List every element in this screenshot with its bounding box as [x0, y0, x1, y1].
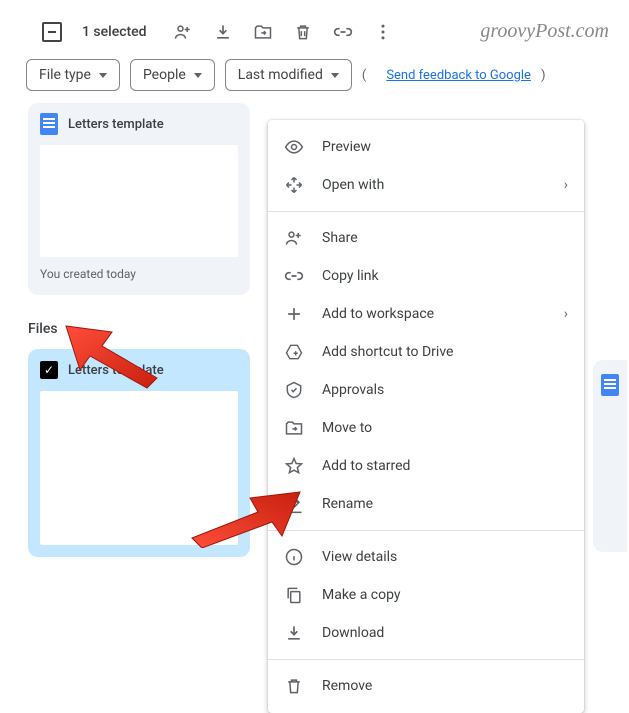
menu-move-to[interactable]: Move to [268, 409, 584, 447]
file-type-filter[interactable]: File type [26, 59, 120, 91]
file-checkbox[interactable]: ✓ [40, 361, 58, 379]
menu-label: Preview [322, 139, 568, 155]
open-with-icon [284, 175, 304, 195]
trash-icon[interactable] [293, 22, 313, 42]
google-doc-icon [40, 113, 58, 135]
menu-add-to-starred[interactable]: Add to starred [268, 447, 584, 485]
menu-remove[interactable]: Remove [268, 667, 584, 705]
selection-count: 1 selected [82, 24, 147, 40]
menu-label: View details [322, 549, 568, 565]
file-card-partial[interactable] [593, 360, 627, 552]
star-icon [284, 456, 304, 476]
people-filter[interactable]: People [130, 59, 215, 91]
file-card-selected[interactable]: ✓ Letters template [28, 349, 250, 557]
chip-label: People [143, 67, 186, 83]
file-title: Letters template [68, 363, 164, 378]
menu-download[interactable]: Download [268, 614, 584, 652]
menu-share[interactable]: Share [268, 219, 584, 257]
menu-approvals[interactable]: Approvals [268, 371, 584, 409]
plus-icon [284, 304, 304, 324]
last-modified-filter[interactable]: Last modified [225, 59, 352, 91]
suggested-preview [40, 145, 238, 257]
menu-label: Add shortcut to Drive [322, 344, 568, 360]
drive-shortcut-icon [284, 342, 304, 362]
menu-add-shortcut[interactable]: Add shortcut to Drive [268, 333, 584, 371]
menu-copy-link[interactable]: Copy link [268, 257, 584, 295]
menu-label: Add to starred [322, 458, 568, 474]
folder-move-icon [284, 418, 304, 438]
menu-open-with[interactable]: Open with › [268, 166, 584, 204]
chevron-right-icon: › [564, 177, 568, 193]
chevron-right-icon: › [564, 306, 568, 322]
menu-label: Copy link [322, 268, 568, 284]
menu-label: Make a copy [322, 587, 568, 603]
link-icon[interactable] [333, 22, 353, 42]
menu-separator [268, 211, 584, 212]
more-icon[interactable] [373, 22, 393, 42]
copy-icon [284, 585, 304, 605]
filter-bar: File type People Last modified (Send fee… [20, 57, 609, 101]
move-to-icon[interactable] [253, 22, 273, 42]
selection-indicator-icon[interactable] [42, 22, 62, 42]
menu-view-details[interactable]: View details [268, 538, 584, 576]
watermark: groovyPost.com [480, 20, 609, 43]
menu-label: Download [322, 625, 568, 641]
menu-label: Open with [322, 177, 546, 193]
info-icon [284, 547, 304, 567]
context-menu: Preview Open with › Share Copy link Add … [268, 120, 584, 713]
suggested-card[interactable]: Letters template You created today [28, 103, 250, 295]
download-icon [284, 623, 304, 643]
feedback-link[interactable]: Send feedback to Google [386, 68, 531, 83]
menu-separator [268, 659, 584, 660]
caret-down-icon [331, 73, 339, 78]
google-doc-icon [601, 374, 619, 396]
file-preview [40, 391, 238, 545]
pencil-icon [284, 494, 304, 514]
selection-toolbar: 1 selected groovyPost.com [20, 12, 609, 57]
chip-label: File type [39, 67, 91, 83]
menu-rename[interactable]: Rename [268, 485, 584, 523]
chip-label: Last modified [238, 67, 323, 83]
menu-separator [268, 530, 584, 531]
menu-preview[interactable]: Preview [268, 128, 584, 166]
menu-label: Approvals [322, 382, 568, 398]
menu-label: Remove [322, 678, 568, 694]
trash-icon [284, 676, 304, 696]
menu-add-to-workspace[interactable]: Add to workspace › [268, 295, 584, 333]
approvals-icon [284, 380, 304, 400]
suggested-title: Letters template [68, 117, 164, 132]
menu-label: Move to [322, 420, 568, 436]
menu-label: Add to workspace [322, 306, 546, 322]
menu-label: Rename [322, 496, 568, 512]
person-plus-icon [284, 228, 304, 248]
menu-label: Share [322, 230, 568, 246]
caret-down-icon [194, 73, 202, 78]
caret-down-icon [99, 73, 107, 78]
menu-make-a-copy[interactable]: Make a copy [268, 576, 584, 614]
link-icon [284, 266, 304, 286]
eye-icon [284, 137, 304, 157]
share-icon[interactable] [173, 22, 193, 42]
suggested-footer: You created today [28, 257, 250, 295]
download-icon[interactable] [213, 22, 233, 42]
